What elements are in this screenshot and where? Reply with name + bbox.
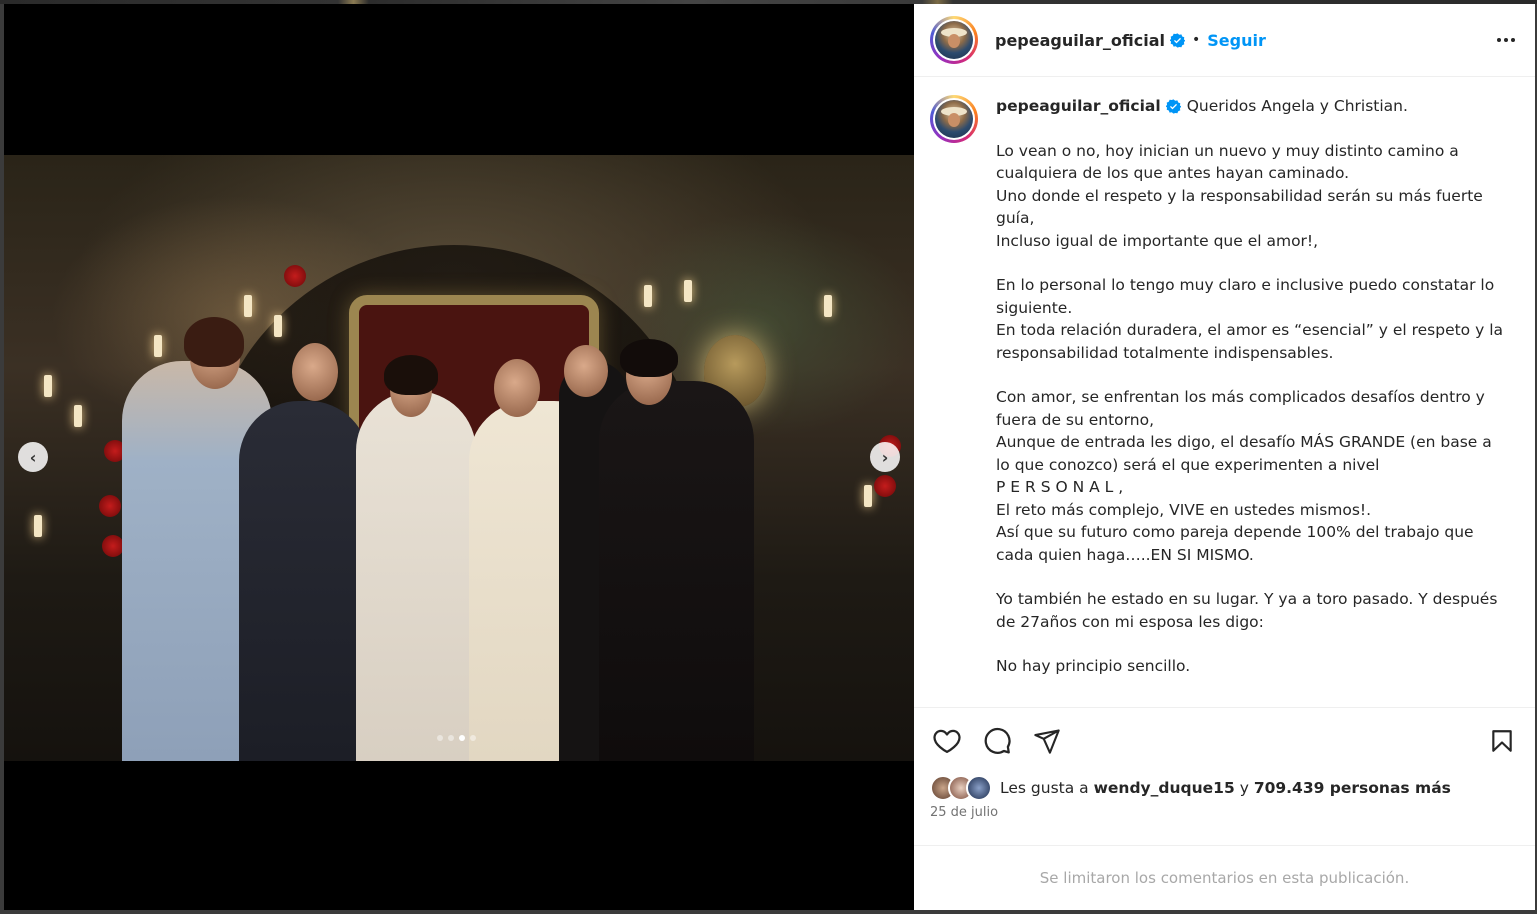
carousel-prev-button[interactable]: ‹ bbox=[18, 442, 48, 472]
verified-badge-icon bbox=[1170, 32, 1186, 48]
comment-icon bbox=[984, 727, 1011, 754]
caption-username[interactable]: pepeaguilar_oficial bbox=[996, 95, 1161, 118]
caption-section: pepeaguilar_oficial Queridos Angela y Ch… bbox=[914, 77, 1535, 707]
rose bbox=[99, 495, 121, 517]
post-date[interactable]: 25 de julio bbox=[914, 803, 1535, 833]
carousel-next-button[interactable]: › bbox=[870, 442, 900, 472]
rose bbox=[102, 535, 124, 557]
post-photo[interactable] bbox=[4, 155, 914, 761]
avatar-image bbox=[935, 21, 973, 59]
candle bbox=[74, 405, 82, 427]
person-3-white-dress bbox=[356, 391, 476, 761]
person-2-dark-suit bbox=[239, 401, 369, 761]
likes-prefix: Les gusta a bbox=[1000, 779, 1089, 797]
more-options-icon[interactable] bbox=[1493, 32, 1519, 48]
caption-paragraph: Con amor, se enfrentan los más complicad… bbox=[996, 388, 1492, 564]
candle bbox=[644, 285, 652, 307]
liker-avatars[interactable] bbox=[930, 775, 992, 801]
person-2-head bbox=[292, 343, 338, 401]
person-3-hair bbox=[384, 355, 438, 395]
likes-summary: Les gusta a wendy_duque15 y 709.439 pers… bbox=[914, 773, 1535, 803]
avatar-border bbox=[933, 19, 975, 61]
carousel-dot bbox=[437, 735, 443, 741]
avatar-border bbox=[933, 98, 975, 140]
post-sidebar: pepeaguilar_oficial • Seguir pepeaguilar… bbox=[914, 4, 1535, 910]
heart-icon bbox=[933, 729, 961, 753]
comment-button[interactable] bbox=[980, 724, 1014, 758]
author-username[interactable]: pepeaguilar_oficial bbox=[995, 31, 1165, 50]
verified-badge-icon bbox=[1165, 99, 1181, 114]
carousel-indicator bbox=[437, 735, 476, 741]
author-avatar[interactable] bbox=[930, 16, 978, 64]
carousel-dot bbox=[448, 735, 454, 741]
candle bbox=[684, 280, 692, 302]
person-5-head bbox=[564, 345, 608, 397]
caption-paragraph: Yo también he estado en su lugar. Y ya a… bbox=[996, 590, 1498, 631]
caption-paragraph: En lo personal lo tengo muy claro e incl… bbox=[996, 276, 1503, 362]
rose bbox=[874, 475, 896, 497]
candle bbox=[864, 485, 872, 507]
share-icon bbox=[1034, 728, 1060, 754]
like-button[interactable] bbox=[930, 724, 964, 758]
person-1-hair bbox=[184, 317, 244, 367]
caption-first-line: Queridos Angela y Christian. bbox=[1186, 97, 1408, 115]
likes-count[interactable]: 709.439 personas más bbox=[1254, 779, 1451, 797]
carousel-dot-active bbox=[459, 735, 465, 741]
save-button[interactable] bbox=[1485, 724, 1519, 758]
caption-paragraph: Lo vean o no, hoy inician un nuevo y muy… bbox=[996, 141, 1483, 250]
post-media: ‹ › bbox=[4, 4, 914, 910]
caption-author-avatar[interactable] bbox=[930, 95, 978, 143]
separator-dot: • bbox=[1192, 32, 1201, 48]
person-6-hair bbox=[620, 339, 678, 377]
share-button[interactable] bbox=[1030, 724, 1064, 758]
candle bbox=[824, 295, 832, 317]
liker-avatar bbox=[966, 775, 992, 801]
caption-header: pepeaguilar_oficial Queridos Angela y Ch… bbox=[996, 95, 1519, 118]
rose bbox=[284, 265, 306, 287]
person-4-head bbox=[494, 359, 540, 417]
comments-limited-notice: Se limitaron los comentarios en esta pub… bbox=[914, 845, 1535, 910]
caption-paragraph: No hay principio sencillo. bbox=[996, 657, 1191, 675]
follow-button[interactable]: Seguir bbox=[1207, 31, 1266, 50]
avatar-image bbox=[935, 100, 973, 138]
caption-text: pepeaguilar_oficial Queridos Angela y Ch… bbox=[996, 95, 1519, 707]
carousel-dot bbox=[470, 735, 476, 741]
person-6-black-lace-dress bbox=[599, 381, 754, 761]
likes-conjunction: y bbox=[1239, 779, 1249, 797]
candle bbox=[44, 375, 52, 397]
candle bbox=[154, 335, 162, 357]
action-bar bbox=[914, 707, 1535, 773]
post-modal: ‹ › pepeaguilar_oficial • Seguir pepeagu… bbox=[4, 4, 1535, 910]
candle bbox=[244, 295, 252, 317]
candle bbox=[34, 515, 42, 537]
bookmark-icon bbox=[1492, 729, 1512, 752]
liker-username[interactable]: wendy_duque15 bbox=[1094, 779, 1235, 797]
post-header: pepeaguilar_oficial • Seguir bbox=[914, 4, 1535, 77]
candle bbox=[274, 315, 282, 337]
